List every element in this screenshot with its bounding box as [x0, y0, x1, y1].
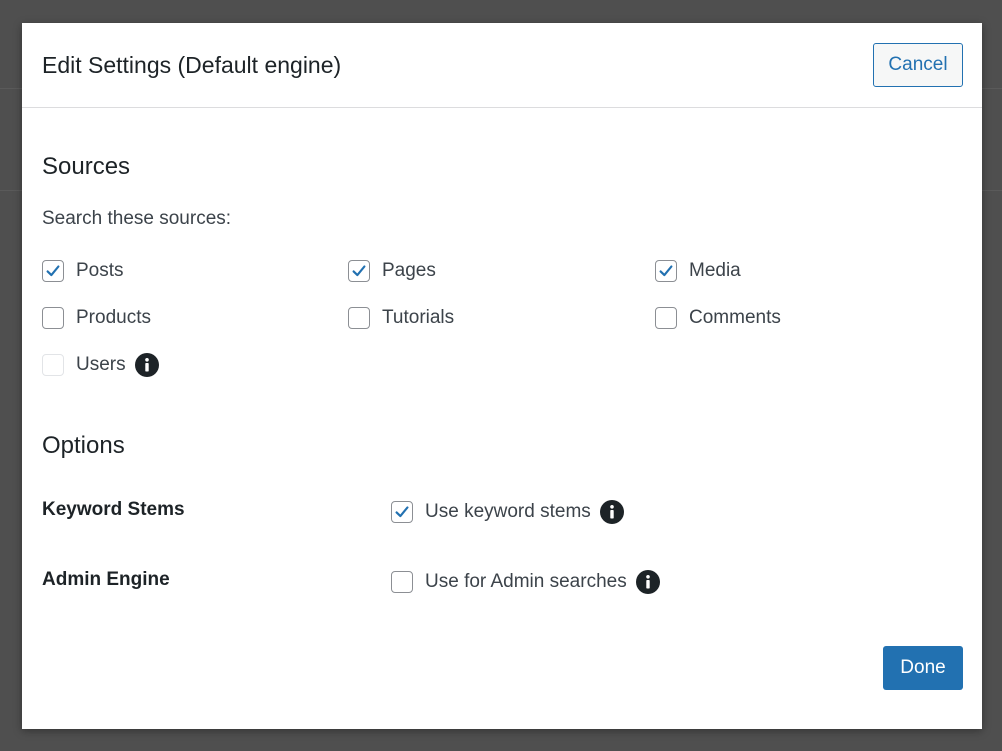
admin-engine-label: Admin Engine — [42, 569, 170, 590]
source-users: Users — [42, 353, 159, 377]
info-icon[interactable] — [635, 570, 660, 594]
tutorials-checkbox[interactable] — [348, 307, 370, 329]
checkmark-icon — [395, 506, 409, 518]
checkmark-icon — [352, 265, 366, 277]
pages-checkbox[interactable] — [348, 260, 370, 282]
checkmark-icon — [659, 265, 673, 277]
users-checkbox — [42, 354, 64, 376]
source-products[interactable]: Products — [42, 307, 151, 329]
posts-checkbox[interactable] — [42, 260, 64, 282]
source-tutorials[interactable]: Tutorials — [348, 307, 454, 329]
keyword-stems-option[interactable]: Use keyword stems — [391, 500, 624, 524]
sources-heading: Sources — [42, 153, 131, 180]
admin-searches-checkbox-label: Use for Admin searches — [425, 571, 627, 592]
keyword-stems-checkbox-label: Use keyword stems — [425, 501, 591, 522]
checkmark-icon — [46, 265, 60, 277]
source-media[interactable]: Media — [655, 260, 741, 282]
keyword-stems-checkbox[interactable] — [391, 501, 413, 523]
modal-header: Edit Settings (Default engine) Cancel — [22, 23, 982, 108]
edit-settings-modal: Edit Settings (Default engine) Cancel So… — [22, 23, 982, 729]
done-button[interactable]: Done — [883, 646, 963, 690]
users-label: Users — [76, 354, 126, 375]
pages-label: Pages — [382, 260, 436, 281]
admin-engine-option[interactable]: Use for Admin searches — [391, 570, 660, 594]
posts-label: Posts — [76, 260, 124, 281]
source-pages[interactable]: Pages — [348, 260, 436, 282]
media-checkbox[interactable] — [655, 260, 677, 282]
comments-label: Comments — [689, 307, 781, 328]
info-icon[interactable] — [599, 500, 624, 524]
products-checkbox[interactable] — [42, 307, 64, 329]
sources-subheading: Search these sources: — [42, 208, 232, 229]
comments-checkbox[interactable] — [655, 307, 677, 329]
products-label: Products — [76, 307, 151, 328]
tutorials-label: Tutorials — [382, 307, 455, 328]
source-posts[interactable]: Posts — [42, 260, 124, 282]
source-comments[interactable]: Comments — [655, 307, 781, 329]
media-label: Media — [689, 260, 741, 281]
cancel-button[interactable]: Cancel — [873, 43, 963, 87]
info-icon[interactable] — [134, 353, 159, 377]
admin-searches-checkbox[interactable] — [391, 571, 413, 593]
modal-title: Edit Settings (Default engine) — [42, 52, 342, 78]
keyword-stems-label: Keyword Stems — [42, 499, 185, 520]
options-heading: Options — [42, 432, 125, 459]
